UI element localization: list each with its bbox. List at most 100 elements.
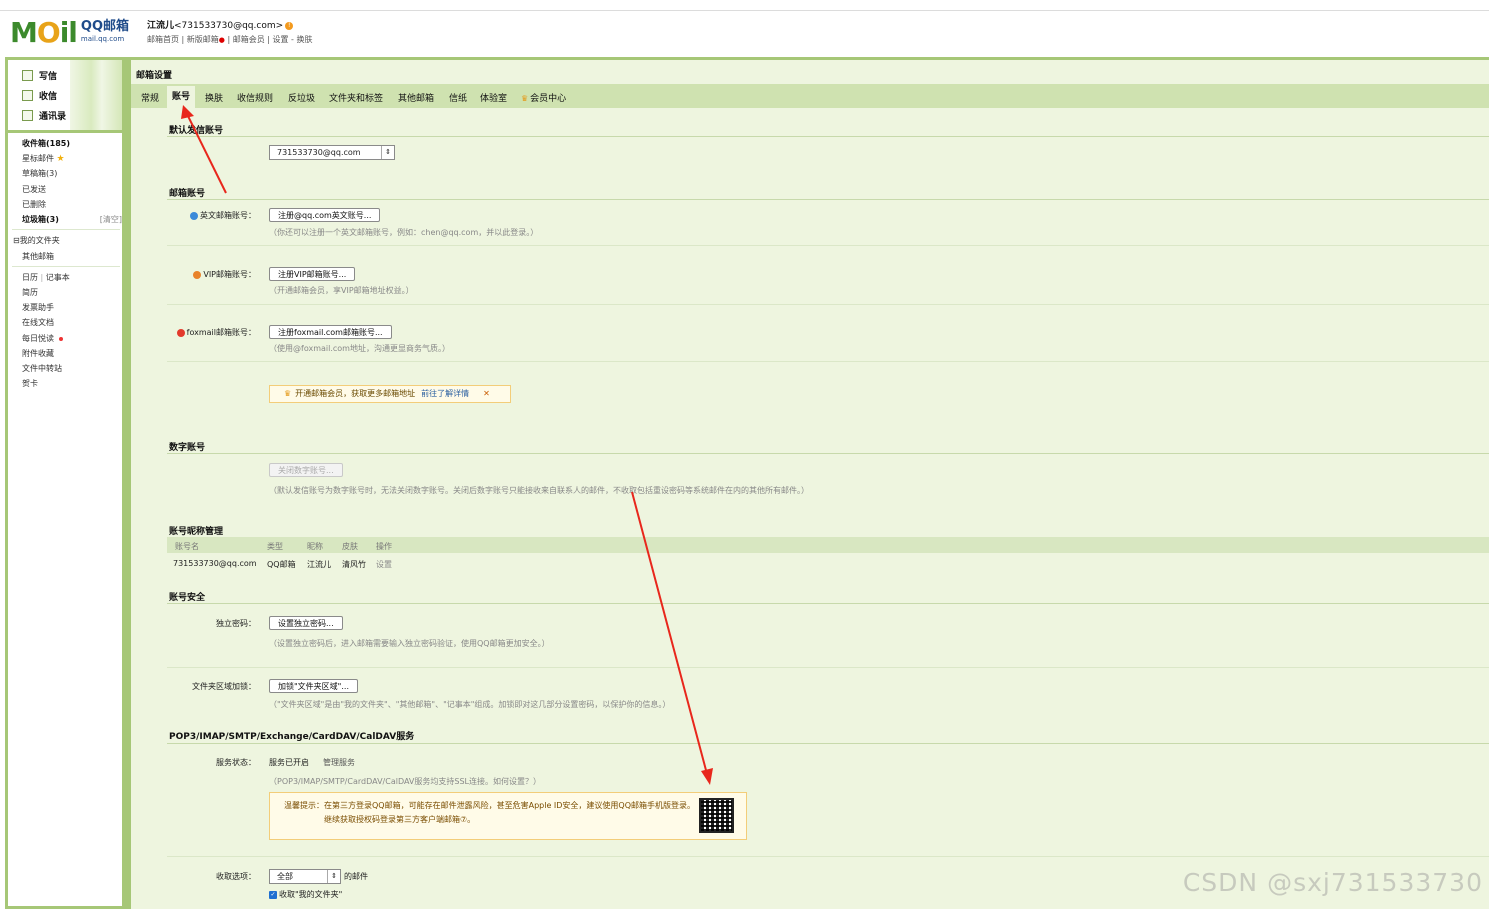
link-mail-home[interactable]: 邮箱首页	[147, 35, 179, 44]
receive-option-select[interactable]: 全部 ⇕	[269, 869, 341, 884]
divider	[167, 667, 1489, 668]
close-icon[interactable]: ✕	[483, 389, 490, 398]
divider	[167, 743, 1489, 744]
warning-text-1: 温馨提示：在第三方登录QQ邮箱，可能存在邮件泄露风险，甚至危害Apple ID安…	[284, 801, 696, 810]
link-notebook[interactable]: 记事本	[46, 273, 70, 282]
qr-code-icon	[699, 798, 734, 833]
checkbox-checked-icon[interactable]: ✓	[269, 890, 277, 899]
english-account-label: 英文邮箱账号：	[171, 210, 256, 221]
settings-panel: 邮箱设置 常规 账号 换肤 收信规则 反垃圾 文件夹和标签 其他邮箱 信纸 体验…	[131, 57, 1489, 909]
link-vip[interactable]: 邮箱会员	[233, 35, 265, 44]
divider	[167, 856, 1489, 857]
set-password-button[interactable]: 设置独立密码...	[269, 616, 343, 630]
contacts-button[interactable]: 通讯录	[22, 108, 66, 122]
logo-mark: MOil	[10, 16, 78, 49]
cell-account: 731533730@qq.com	[173, 559, 257, 568]
settings-tabs: 常规 账号 换肤 收信规则 反垃圾 文件夹和标签 其他邮箱 信纸 体验室 ♛ 会员…	[131, 84, 1489, 108]
folder-starred[interactable]: 星标邮件 ★	[22, 153, 65, 164]
divider	[167, 199, 1489, 200]
tab-account[interactable]: 账号	[167, 86, 196, 108]
folder-lock-button[interactable]: 加锁"文件夹区域"...	[269, 679, 358, 693]
folder-inbox[interactable]: 收件箱(185)	[22, 138, 70, 149]
link-invoice[interactable]: 发票助手	[22, 302, 54, 313]
junk-clear-link[interactable]: [清空]	[100, 214, 122, 225]
default-sender-select[interactable]: 731533730@qq.com ⇕	[269, 145, 395, 160]
csdn-watermark: CSDN @sxj731533730	[1182, 868, 1483, 897]
sep: |	[227, 35, 231, 44]
link-new-mail[interactable]: 新版邮箱	[187, 35, 219, 44]
link-resume[interactable]: 简历	[22, 287, 38, 298]
qqmail-logo[interactable]: MOil QQ邮箱 mail.qq.com	[10, 18, 129, 48]
collapse-icon[interactable]: ⊟	[13, 236, 20, 245]
foxmail-icon	[176, 328, 185, 337]
inbox-icon	[22, 89, 33, 101]
tab-folders[interactable]: 文件夹和标签	[329, 91, 383, 104]
divider	[167, 603, 1489, 604]
folder-drafts[interactable]: 草稿箱(3)	[22, 168, 57, 179]
crown-icon: ♛	[521, 94, 529, 103]
quick-actions: 写信 收信 通讯录	[8, 60, 120, 128]
other-mail[interactable]: 其他邮箱	[22, 251, 54, 262]
warning-text-2[interactable]: 继续获取授权码登录第三方客户端邮箱⑦。	[324, 814, 475, 825]
vip-hint: （开通邮箱会员，享VIP邮箱地址权益。）	[269, 286, 414, 295]
warning-icon[interactable]: !	[285, 21, 294, 30]
col-type: 类型	[267, 542, 283, 551]
section-default-sender: 默认发信账号	[169, 126, 224, 136]
link-calendar[interactable]: 日历	[22, 273, 38, 282]
divider	[12, 266, 120, 267]
tab-general[interactable]: 常规	[141, 91, 159, 104]
receive-option-label: 收取选项：	[216, 872, 256, 881]
cell-settings-link[interactable]: 设置	[376, 559, 392, 570]
link-daily-reading[interactable]: 每日悦读	[22, 333, 63, 344]
tab-lab[interactable]: 体验室	[480, 91, 507, 104]
tab-other-mail[interactable]: 其他邮箱	[398, 91, 434, 104]
security-warning: 温馨提示：在第三方登录QQ邮箱，可能存在邮件泄露风险，甚至危害Apple ID安…	[269, 792, 747, 840]
col-skin: 皮肤	[342, 542, 358, 551]
col-nickname: 昵称	[307, 542, 323, 551]
compose-button[interactable]: 写信	[22, 68, 57, 82]
pencil-icon	[22, 69, 33, 81]
tab-stationery[interactable]: 信纸	[449, 91, 467, 104]
register-foxmail-button[interactable]: 注册foxmail.com邮箱账号...	[269, 325, 392, 339]
receive-button[interactable]: 收信	[22, 88, 57, 102]
link-file-transfer[interactable]: 文件中转站	[22, 363, 62, 374]
foxmail-hint: （使用@foxmail.com地址，沟通更显商务气质。）	[269, 344, 450, 353]
divider	[167, 136, 1489, 137]
select-arrow-icon: ⇕	[327, 870, 340, 883]
service-hint: （POP3/IMAP/SMTP/CardDAV/CalDAV服务均支持SSL连接…	[269, 777, 542, 786]
sidebar-separator	[8, 130, 123, 133]
tab-skin[interactable]: 换肤	[205, 91, 223, 104]
divider	[167, 361, 1489, 362]
nickname-table-header: 账号名 类型 昵称 皮肤 操作	[167, 537, 1489, 553]
section-nickname: 账号昵称管理	[169, 527, 224, 537]
link-online-docs[interactable]: 在线文档	[22, 317, 54, 328]
tab-antispam[interactable]: 反垃圾	[288, 91, 315, 104]
link-cards[interactable]: 贺卡	[22, 378, 38, 389]
link-attachments[interactable]: 附件收藏	[22, 348, 54, 359]
close-digital-account-button[interactable]: 关闭数字账号...	[269, 463, 343, 477]
calendar-notebook: 日历 | 记事本	[22, 272, 70, 283]
notice-detail-link[interactable]: 前往了解详情	[421, 389, 469, 398]
user-info: 江流儿<731533730@qq.com>! 邮箱首页 | 新版邮箱● | 邮箱…	[147, 20, 312, 47]
unread-dot-icon	[59, 336, 63, 341]
col-account: 账号名	[175, 542, 199, 551]
cell-skin: 清风竹	[342, 560, 366, 569]
divider	[167, 453, 1489, 454]
register-english-button[interactable]: 注册@qq.com英文账号...	[269, 208, 381, 222]
link-settings[interactable]: 设置	[273, 35, 289, 44]
tab-vip[interactable]: ♛ 会员中心	[521, 91, 566, 104]
divider	[167, 245, 1489, 246]
receive-my-folders-checkbox[interactable]: ✓ 收取"我的文件夹"	[269, 889, 342, 900]
section-security: 账号安全	[169, 593, 206, 603]
my-folders[interactable]: ⊟我的文件夹	[13, 235, 60, 246]
tab-rules[interactable]: 收信规则	[237, 91, 273, 104]
folder-sent[interactable]: 已发送	[22, 184, 46, 195]
link-skin[interactable]: 换肤	[296, 35, 312, 44]
service-status-label: 服务状态：	[216, 758, 256, 767]
folder-deleted[interactable]: 已删除	[22, 199, 46, 210]
register-vip-button[interactable]: 注册VIP邮箱账号...	[269, 267, 356, 281]
manage-service-link[interactable]: 管理服务	[323, 757, 355, 768]
vip-icon	[193, 270, 202, 279]
sep: -	[291, 35, 294, 44]
folder-junk[interactable]: 垃圾箱(3) [清空]	[22, 214, 122, 225]
